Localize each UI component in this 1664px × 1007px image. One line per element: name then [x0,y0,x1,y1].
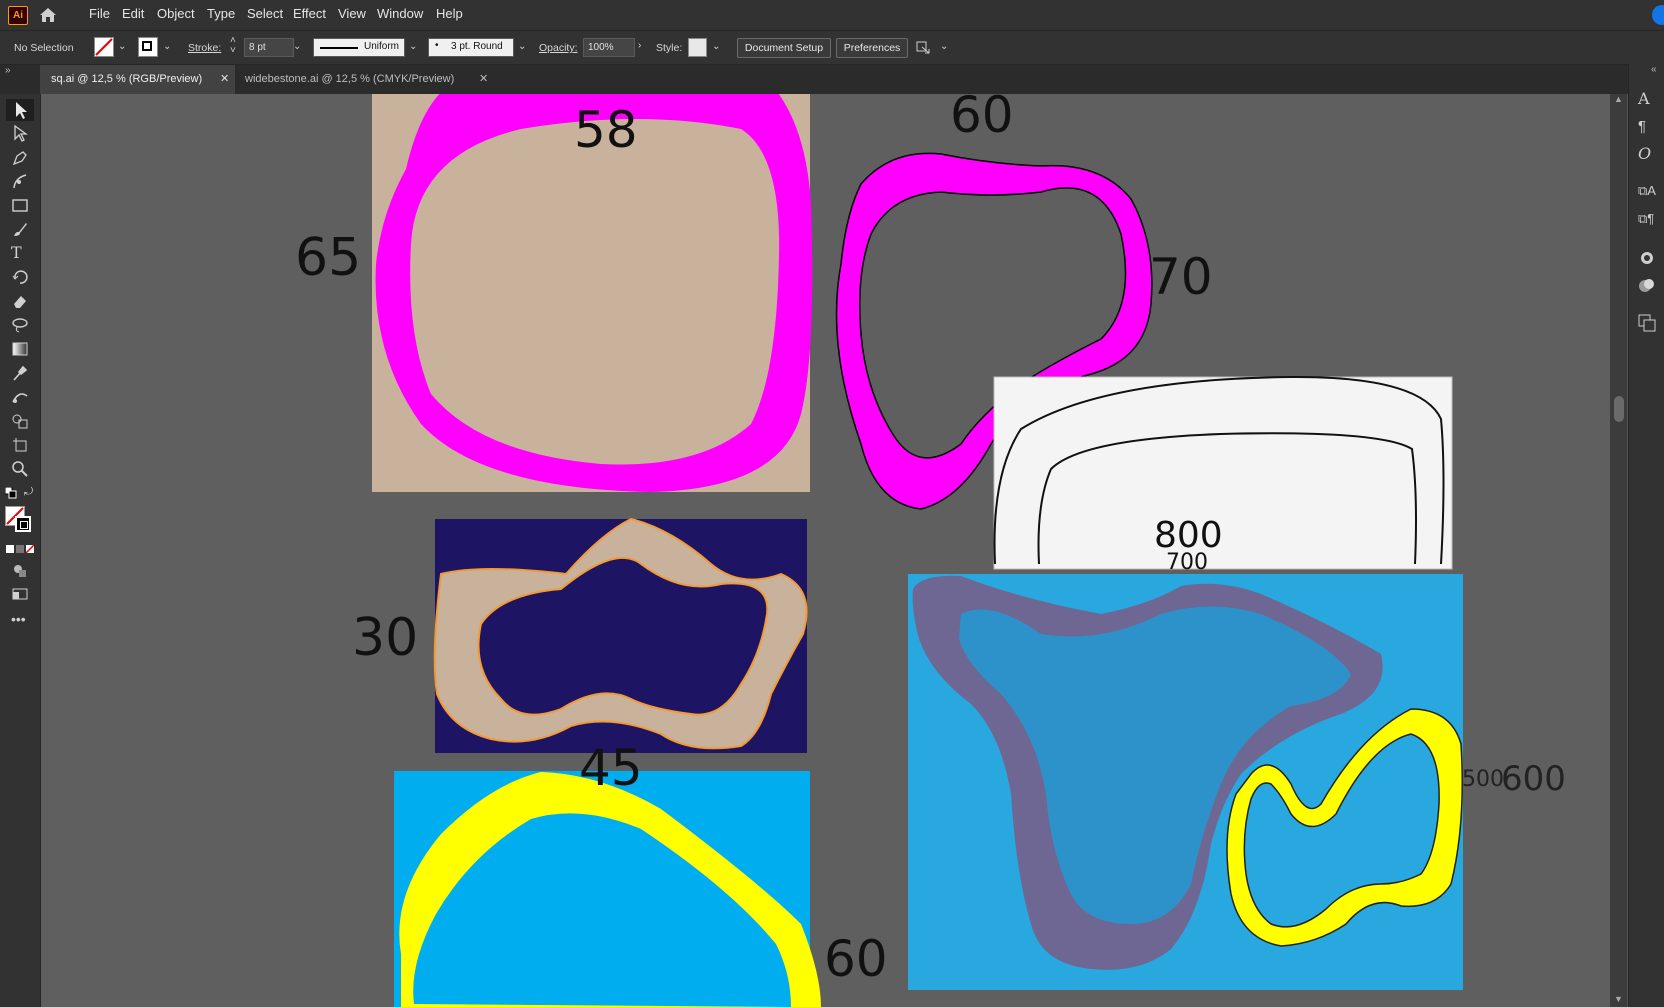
fill-dropdown-icon[interactable]: ⌄ [118,41,126,52]
brush-definition[interactable]: • 3 pt. Round [428,38,514,57]
menu-object[interactable]: Object [157,6,195,21]
opacity-arrow-icon[interactable]: › [638,40,641,51]
default-colors-icon[interactable] [4,486,17,499]
curvature-tool-icon[interactable] [11,172,29,190]
paintbrush-tool-icon[interactable] [11,220,29,238]
menu-edit[interactable]: Edit [122,6,144,21]
scroll-down-icon[interactable]: ▼ [1614,994,1623,1004]
tab-sq-ai[interactable]: sq.ai @ 12,5 % (RGB/Preview) ✕ [40,65,235,94]
screen-mode-icon[interactable] [11,586,29,604]
share-badge-icon[interactable] [1652,5,1664,25]
right-panel-dock: « A ¶ O ⧉A ⧉¶ [1628,64,1664,1007]
menu-window[interactable]: Window [377,6,423,21]
home-icon[interactable] [38,6,58,24]
appearance-icon[interactable] [1638,249,1656,267]
opentype-icon[interactable]: O [1638,145,1656,163]
graphic-styles-icon[interactable] [1638,276,1656,294]
character-styles-icon[interactable]: ⧉A [1638,182,1656,200]
label-30: 30 [352,608,419,668]
expand-panels-icon[interactable]: « [1651,64,1657,75]
stroke-color-icon[interactable] [15,516,31,532]
profile-dropdown-icon[interactable]: ⌄ [409,41,417,52]
artboard-tool-icon[interactable] [11,436,29,454]
scroll-thumb[interactable] [1614,396,1624,422]
label-600: 600 [1501,759,1566,799]
tab-widebestone-ai[interactable]: widebestone.ai @ 12,5 % (CMYK/Preview) ✕ [236,65,496,94]
stroke-label: Stroke: [188,42,222,54]
zoom-tool-icon[interactable] [11,460,29,478]
eyedropper-tool-icon[interactable] [11,364,29,382]
label-500: 500 [1462,767,1504,792]
variable-width-profile[interactable]: Uniform [313,38,405,57]
rectangle-tool-icon[interactable] [11,196,29,214]
layers-icon[interactable] [1638,314,1656,332]
selection-tool-icon[interactable] [6,99,34,121]
stroke-swatch[interactable] [138,37,158,57]
label-70: 70 [1149,248,1213,306]
lasso-tool-icon[interactable] [11,316,29,334]
menu-type[interactable]: Type [207,6,235,21]
paragraph-styles-icon[interactable]: ⧉¶ [1638,210,1656,228]
rotate-tool-icon[interactable] [11,268,29,286]
menu-help[interactable]: Help [436,6,463,21]
blend-tool-icon[interactable] [11,388,29,406]
stroke-weight-input[interactable]: 8 pt [244,38,294,57]
style-swatch[interactable] [688,38,707,57]
tools-panel: T ⤾ ••• [0,94,41,1007]
document-tab-bar: » sq.ai @ 12,5 % (RGB/Preview) ✕ widebes… [0,65,1664,94]
label-45: 45 [579,739,643,797]
style-dropdown-icon[interactable]: ⌄ [712,41,720,52]
label-60-bottom: 60 [824,930,888,988]
menu-file[interactable]: File [89,6,110,21]
app-logo: Ai [8,6,28,25]
direct-selection-tool-icon[interactable] [11,124,29,142]
scroll-up-icon[interactable]: ▲ [1614,94,1623,104]
control-bar: No Selection ⌄ ⌄ Stroke: ˄ ˅ 8 pt ⌄ Unifo… [0,31,1664,65]
menu-bar: Ai File Edit Object Type Select Effect V… [0,0,1664,31]
menu-view[interactable]: View [338,6,366,21]
arrange-dropdown-icon[interactable]: ⌄ [940,41,948,52]
gradient-tool-icon[interactable] [11,340,29,358]
type-tool-icon[interactable]: T [11,244,29,262]
document-setup-button[interactable]: Document Setup [737,38,831,58]
brush-dropdown-icon[interactable]: ⌄ [518,41,526,52]
eraser-tool-icon[interactable] [11,292,29,310]
opacity-input[interactable]: 100% [583,38,635,57]
pen-tool-icon[interactable] [11,148,29,166]
shape-builder-tool-icon[interactable] [11,412,29,430]
label-65: 65 [295,228,362,288]
opacity-label[interactable]: Opacity: [539,42,578,54]
artboard-canvas[interactable]: 58 65 60 70 800 700 30 45 500 600 60 [41,94,1610,1007]
menu-effect[interactable]: Effect [293,6,326,21]
selection-status: No Selection [14,42,74,54]
artwork [372,94,1463,1007]
label-60-top: 60 [950,94,1014,144]
swap-colors-icon[interactable]: ⤾ [24,486,36,498]
paragraph-icon[interactable]: ¶ [1638,118,1656,136]
close-tab-icon[interactable]: ✕ [220,65,229,93]
more-tools-icon[interactable]: ••• [11,612,29,630]
stroke-weight-dropdown-icon[interactable]: ⌄ [293,41,301,52]
label-700: 700 [1166,550,1208,575]
stroke-dropdown-icon[interactable]: ⌄ [163,41,171,52]
close-tab-icon[interactable]: ✕ [479,65,488,93]
draw-mode-icon[interactable] [11,562,29,580]
stroke-stepper-icon[interactable]: ˄ ˅ [230,36,236,56]
vertical-scrollbar[interactable]: ▲ ▼ [1610,94,1627,1007]
fill-swatch[interactable] [94,37,114,57]
character-icon[interactable]: A [1638,90,1656,108]
color-mode-icons[interactable] [6,541,35,554]
arrange-documents-icon[interactable] [916,39,932,55]
style-label: Style: [656,42,683,54]
label-58: 58 [574,101,638,159]
menu-select[interactable]: Select [247,6,283,21]
preferences-button[interactable]: Preferences [836,38,908,58]
white-artboard [993,376,1453,570]
collapse-panel-icon[interactable]: » [5,65,11,76]
